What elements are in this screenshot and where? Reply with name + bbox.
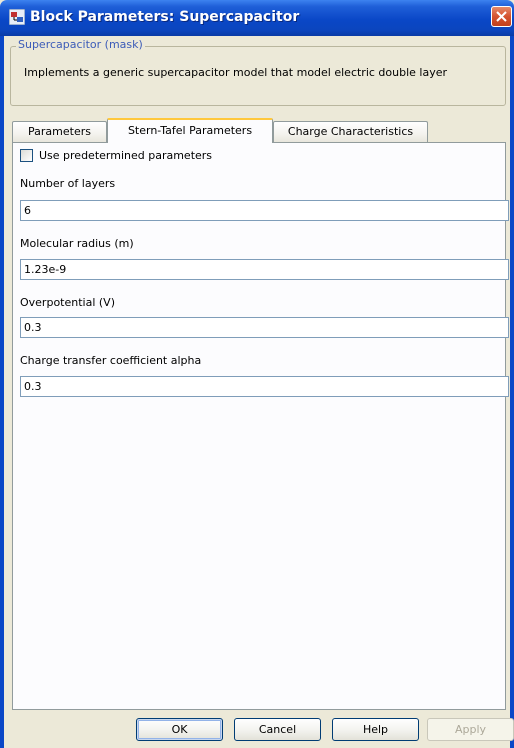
- molecular-radius-label: Molecular radius (m): [20, 237, 134, 250]
- simulink-block-icon: [8, 8, 26, 26]
- tab-stern-tafel-parameters[interactable]: Stern-Tafel Parameters: [107, 118, 273, 143]
- use-predetermined-checkbox[interactable]: [20, 149, 33, 162]
- apply-button[interactable]: Apply: [427, 718, 514, 741]
- window-frame-right: [510, 36, 514, 748]
- title-bar[interactable]: Block Parameters: Supercapacitor: [0, 0, 514, 36]
- block-parameters-dialog: Block Parameters: Supercapacitor Superca…: [0, 0, 514, 748]
- number-of-layers-label: Number of layers: [20, 177, 116, 190]
- window-frame-left: [0, 36, 4, 748]
- tab-label: Charge Characteristics: [287, 125, 414, 138]
- tab-label: Stern-Tafel Parameters: [127, 124, 253, 137]
- mask-group-label: Supercapacitor (mask): [16, 38, 145, 51]
- use-predetermined-label: Use predetermined parameters: [39, 149, 213, 162]
- help-button[interactable]: Help: [332, 718, 419, 741]
- overpotential-label: Overpotential (V): [20, 296, 115, 309]
- close-icon: [496, 11, 507, 22]
- charge-transfer-coefficient-label: Charge transfer coefficient alpha: [20, 354, 202, 367]
- window-title: Block Parameters: Supercapacitor: [30, 9, 300, 25]
- tab-strip: Parameters Stern-Tafel Parameters Charge…: [12, 118, 506, 143]
- cancel-button[interactable]: Cancel: [234, 718, 321, 741]
- ok-button[interactable]: OK: [136, 718, 223, 741]
- tab-parameters[interactable]: Parameters: [12, 121, 107, 142]
- close-button[interactable]: [491, 6, 512, 27]
- tab-charge-characteristics[interactable]: Charge Characteristics: [273, 121, 428, 142]
- tab-label: Parameters: [28, 125, 91, 138]
- charge-transfer-coefficient-input[interactable]: 0.3: [20, 376, 509, 397]
- overpotential-input[interactable]: 0.3: [20, 317, 509, 338]
- mask-description: Implements a generic supercapacitor mode…: [24, 66, 448, 79]
- tab-panel: [12, 142, 506, 710]
- molecular-radius-input[interactable]: 1.23e-9: [20, 259, 509, 280]
- number-of-layers-input[interactable]: 6: [20, 200, 509, 221]
